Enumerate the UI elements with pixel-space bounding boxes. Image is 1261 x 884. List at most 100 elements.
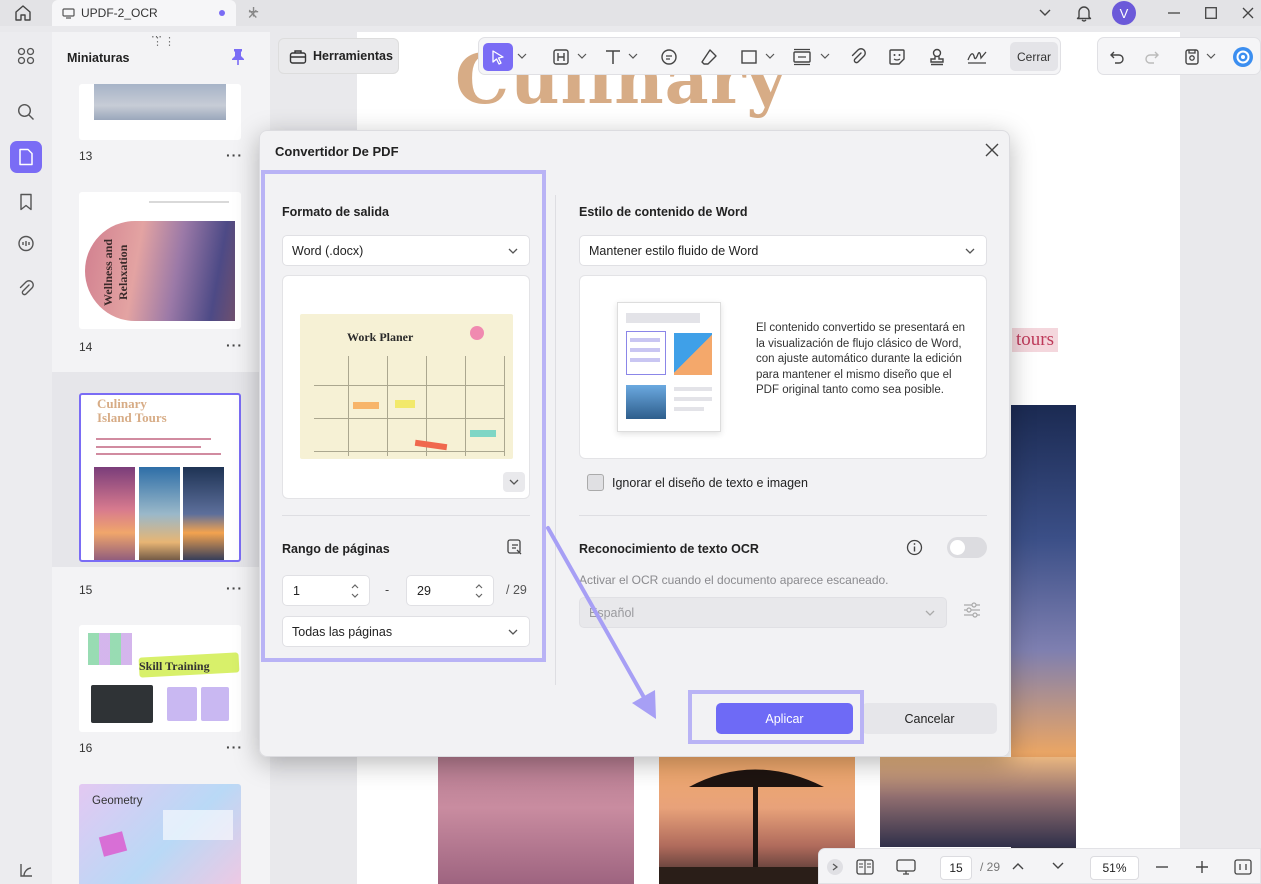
fit-page-icon[interactable]	[1234, 859, 1252, 875]
thumbnail-title: Culinary	[97, 396, 147, 411]
next-page-icon[interactable]	[1052, 862, 1064, 870]
thumbnail-page-17[interactable]: Geometry	[79, 784, 241, 884]
redo-icon[interactable]	[1138, 43, 1166, 71]
word-style-preview: El contenido convertido se presentará en…	[579, 275, 987, 459]
edit-toolbar: Cerrar	[478, 37, 1061, 75]
close-toolbar-button[interactable]: Cerrar	[1010, 42, 1058, 71]
comment-icon[interactable]	[655, 43, 683, 71]
comments-icon[interactable]	[10, 228, 42, 260]
textbox-icon[interactable]	[788, 43, 816, 71]
eraser-icon[interactable]	[695, 43, 723, 71]
zoom-level[interactable]: 51%	[1090, 856, 1139, 880]
right-toolbar	[1097, 37, 1261, 75]
info-icon[interactable]	[906, 539, 923, 556]
thumbnail-page-16[interactable]: Skill Training	[79, 625, 241, 732]
bell-icon[interactable]	[1069, 2, 1099, 24]
chevron-down-icon[interactable]	[517, 51, 527, 61]
layers-icon[interactable]	[10, 854, 42, 884]
search-icon[interactable]	[10, 96, 42, 128]
attach-icon[interactable]	[844, 43, 872, 71]
chevron-down-icon[interactable]	[1030, 2, 1060, 24]
unsaved-indicator	[219, 10, 225, 16]
thumbnail-more-icon[interactable]: ···	[226, 147, 243, 163]
collapse-bar-icon[interactable]	[827, 859, 843, 875]
page-view-icon[interactable]	[856, 859, 874, 875]
chevron-down-icon	[965, 248, 975, 254]
page-tours-text: tours	[1012, 328, 1058, 352]
toolbox-icon	[289, 49, 307, 64]
presentation-icon[interactable]	[896, 859, 916, 875]
undo-icon[interactable]	[1103, 43, 1131, 71]
chevron-down-icon[interactable]	[820, 51, 830, 61]
document-tab-title: UPDF-2_OCR	[81, 6, 158, 20]
user-avatar[interactable]: V	[1112, 1, 1136, 25]
chevron-down-icon[interactable]	[1206, 51, 1216, 61]
thumbnail-more-icon[interactable]: ···	[226, 739, 243, 755]
ignore-layout-checkbox[interactable]	[587, 474, 604, 491]
chevron-down-icon[interactable]	[577, 51, 587, 61]
ocr-toggle[interactable]	[947, 537, 987, 558]
word-doc-illustration	[617, 302, 721, 432]
tutorial-arrow-icon	[546, 526, 656, 719]
stamp-icon[interactable]	[923, 43, 951, 71]
thumbnail-title: Skill Training	[139, 659, 210, 673]
thumbnail-number: 15	[79, 583, 93, 597]
thumbnails-panel: ⋮⋮ Miniaturas 13 ··· Wellness and Relaxa…	[52, 32, 270, 884]
thumbnail-page-13[interactable]	[79, 84, 241, 140]
word-style-title: Estilo de contenido de Word	[579, 205, 748, 219]
sticker-icon[interactable]	[883, 43, 911, 71]
close-window-icon[interactable]	[1233, 2, 1261, 24]
thumbnail-more-icon[interactable]: ···	[226, 580, 243, 596]
highlight-icon[interactable]	[547, 43, 575, 71]
tools-button[interactable]: Herramientas	[278, 38, 399, 74]
thumbnail-page-14[interactable]: Wellness and Relaxation	[79, 192, 241, 329]
signature-icon[interactable]	[963, 43, 991, 71]
divider	[579, 515, 987, 516]
thumbnails-grid-icon[interactable]	[10, 40, 42, 72]
highlight-box-apply	[688, 690, 864, 744]
dialog-title: Convertidor De PDF	[275, 144, 399, 159]
cancel-button[interactable]: Cancelar	[862, 703, 997, 734]
thumbnail-more-icon[interactable]: ···	[226, 337, 243, 353]
thumbnail-number: 16	[79, 741, 93, 755]
ai-assistant-icon[interactable]	[1229, 43, 1257, 71]
rectangle-icon[interactable]	[735, 43, 763, 71]
page-photo-sunset-2	[880, 757, 1076, 847]
left-rail	[0, 32, 52, 884]
thumbnail-number: 14	[79, 340, 93, 354]
thumbnail-page-15[interactable]: Culinary Island Tours	[79, 393, 241, 562]
word-style-value: Mantener estilo fluido de Word	[589, 243, 759, 258]
minimize-icon[interactable]	[1159, 2, 1189, 24]
ocr-settings-icon[interactable]	[963, 601, 981, 619]
bottom-bar: 15 / 29 51%	[818, 848, 1261, 884]
word-style-select[interactable]: Mantener estilo fluido de Word	[579, 235, 987, 266]
zoom-in-icon[interactable]	[1196, 861, 1208, 873]
thumbnail-subtitle: Island Tours	[97, 410, 167, 425]
monitor-icon	[62, 7, 75, 19]
highlight-box-settings	[261, 170, 546, 662]
page-number-input[interactable]: 15	[940, 856, 972, 880]
close-icon[interactable]	[983, 141, 1001, 159]
panel-drag-handle-icon[interactable]: ⋯	[151, 30, 163, 43]
chevron-down-icon[interactable]	[628, 51, 638, 61]
attachment-icon[interactable]	[10, 273, 42, 305]
chevron-down-icon[interactable]	[765, 51, 775, 61]
thumbnail-number: 13	[79, 149, 93, 163]
tools-button-label: Herramientas	[313, 49, 393, 63]
chevron-down-icon	[925, 610, 935, 616]
ignore-layout-label: Ignorar el diseño de texto e imagen	[612, 476, 808, 490]
thumbnail-title: Geometry	[92, 795, 143, 807]
document-tab[interactable]: UPDF-2_OCR ×	[52, 0, 258, 26]
zoom-out-icon[interactable]	[1156, 866, 1168, 868]
home-icon[interactable]	[12, 3, 34, 23]
bookmark-icon[interactable]	[10, 186, 42, 218]
select-cursor-icon[interactable]	[483, 43, 513, 71]
page-photo-water	[438, 757, 634, 884]
pin-icon[interactable]	[231, 48, 245, 66]
maximize-icon[interactable]	[1196, 2, 1226, 24]
pages-icon[interactable]	[10, 141, 42, 173]
previous-page-icon[interactable]	[1012, 862, 1024, 870]
text-icon[interactable]	[599, 43, 627, 71]
new-tab-icon[interactable]: +	[248, 2, 259, 24]
save-icon[interactable]	[1178, 43, 1206, 71]
